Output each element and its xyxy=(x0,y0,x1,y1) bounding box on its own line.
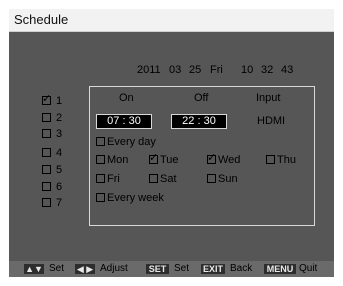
page-title: Schedule xyxy=(14,12,69,27)
slot-4-number: 4 xyxy=(56,147,63,159)
slot-1-number: 1 xyxy=(56,95,63,107)
slot-6-checkbox[interactable] xyxy=(42,182,51,191)
back-hint-label: Back xyxy=(230,263,253,274)
day-sun-label: Sun xyxy=(218,173,238,185)
day-wed-label: Wed xyxy=(218,154,241,166)
day-mon-checkbox[interactable] xyxy=(96,155,105,164)
slot-7-checkbox[interactable] xyxy=(42,198,51,207)
day-sat-label: Sat xyxy=(160,173,177,185)
day-sun-checkbox[interactable] xyxy=(207,174,216,183)
slot-2-number: 2 xyxy=(56,112,63,124)
time-hour: 10 xyxy=(241,64,254,76)
time-second: 43 xyxy=(281,64,294,76)
on-time-field[interactable]: 07 : 30 xyxy=(96,114,152,129)
day-tue-label: Tue xyxy=(160,154,179,166)
input-source-value[interactable]: HDMI xyxy=(257,115,285,127)
slot-3-number: 3 xyxy=(56,128,63,140)
day-fri-checkbox[interactable] xyxy=(96,174,105,183)
left-right-key-icon: ◀ ▶ xyxy=(75,264,95,274)
key-hint-bar: ▲▼ Set ◀ ▶ Adjust SET Set EXIT Back MENU… xyxy=(9,261,334,277)
time-minute: 32 xyxy=(261,64,274,76)
set-hint-label: Set xyxy=(49,263,65,274)
set-key-icon: SET xyxy=(146,264,169,274)
slot-5-number: 5 xyxy=(56,164,63,176)
set-hint-label-2: Set xyxy=(174,263,190,274)
every-day-label: Every day xyxy=(107,136,156,148)
day-wed-check-mark: ✓ xyxy=(207,152,217,164)
slot-2-checkbox[interactable] xyxy=(42,113,51,122)
exit-key-icon: EXIT xyxy=(201,264,225,274)
day-mon-label: Mon xyxy=(107,154,129,166)
every-week-checkbox[interactable] xyxy=(96,193,105,202)
slot-7-number: 7 xyxy=(56,197,63,209)
slot-1-check-mark: ✓ xyxy=(42,93,52,105)
day-fri-label: Fri xyxy=(107,173,120,185)
date-year: 2011 xyxy=(137,64,161,76)
quit-hint-label: Quit xyxy=(299,263,318,274)
slot-3-checkbox[interactable] xyxy=(42,129,51,138)
schedule-detail-panel: On Off Input 07 : 30 22 : 30 HDMI Every … xyxy=(89,86,315,226)
off-time-field[interactable]: 22 : 30 xyxy=(171,114,227,129)
date-month: 03 xyxy=(169,64,182,76)
input-label: Input xyxy=(256,92,281,104)
date-weekday: Fri xyxy=(210,64,223,76)
off-label: Off xyxy=(194,92,209,104)
menu-key-icon: MENU xyxy=(264,264,296,274)
slot-5-checkbox[interactable] xyxy=(42,165,51,174)
day-thu-checkbox[interactable] xyxy=(266,155,275,164)
day-tue-check-mark: ✓ xyxy=(149,152,159,164)
adjust-hint-label: Adjust xyxy=(100,263,128,274)
up-down-key-icon: ▲▼ xyxy=(24,264,44,274)
slot-4-checkbox[interactable] xyxy=(42,148,51,157)
every-week-label: Every week xyxy=(107,192,164,204)
slot-6-number: 6 xyxy=(56,181,63,193)
every-day-checkbox[interactable] xyxy=(96,137,105,146)
on-label: On xyxy=(119,92,134,104)
schedule-screen: Schedule 2011 03 25 Fri 10 32 43 ✓ 1 2 3… xyxy=(9,9,334,277)
day-sat-checkbox[interactable] xyxy=(149,174,158,183)
day-thu-label: Thu xyxy=(277,154,296,166)
title-bar: Schedule xyxy=(9,9,334,32)
date-day: 25 xyxy=(189,64,202,76)
